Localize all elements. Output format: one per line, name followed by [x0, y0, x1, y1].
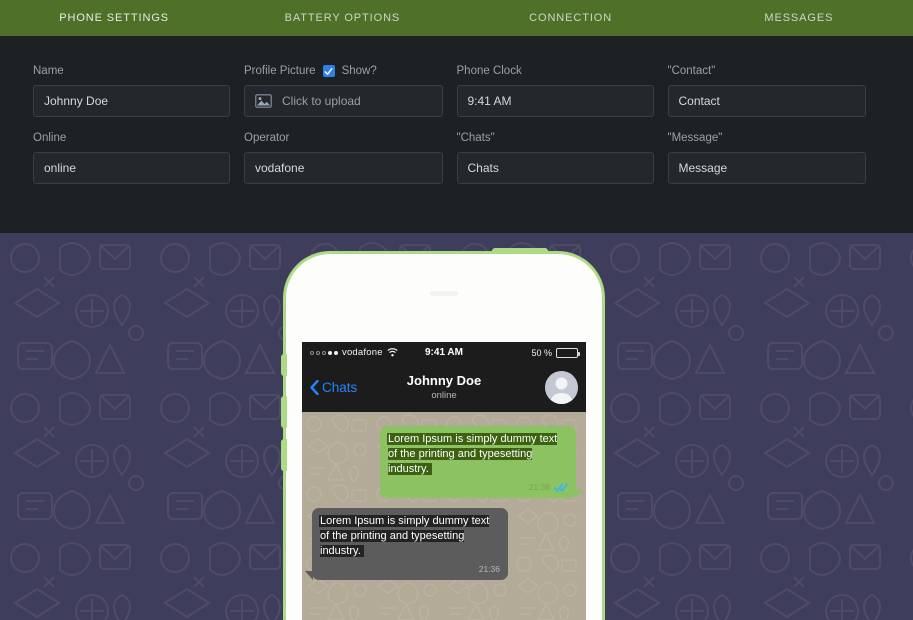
label-message: "Message"	[668, 131, 867, 145]
phone-mockup: vodafone 9:41 AM 50 % Chats Johnny Doe o…	[281, 248, 602, 620]
status-bar-right: 50 %	[531, 347, 580, 358]
label-online: Online	[33, 131, 230, 145]
back-to-chats-button[interactable]: Chats	[310, 380, 357, 395]
label-online-text: Online	[33, 132, 67, 144]
online-input[interactable]: online	[33, 152, 230, 184]
bubble-tail-incoming	[305, 571, 313, 580]
operator-input[interactable]: vodafone	[244, 152, 443, 184]
label-contact: "Contact"	[668, 64, 867, 78]
message-bubble-outgoing[interactable]: Lorem Ipsum is simply dummy text of the …	[380, 426, 583, 498]
checkmark-icon	[324, 67, 333, 75]
double-check-icon	[554, 483, 568, 492]
chat-message-list: Lorem Ipsum is simply dummy text of the …	[302, 412, 586, 620]
label-chats: "Chats"	[457, 131, 654, 145]
settings-form-grid: Name Johnny Doe Profile Picture Show? Cl…	[33, 64, 880, 198]
label-message-text: "Message"	[667, 132, 723, 144]
field-contact: "Contact" Contact	[667, 64, 881, 117]
avatar[interactable]	[545, 371, 578, 404]
message-meta: 21:36	[320, 562, 500, 577]
top-tab-bar: PHONE SETTINGS BATTERY OPTIONS CONNECTIO…	[0, 0, 913, 36]
battery-icon	[556, 347, 580, 358]
carrier-label: vodafone	[342, 347, 383, 358]
upload-label: Click to upload	[282, 94, 361, 108]
settings-form-panel: Name Johnny Doe Profile Picture Show? Cl…	[0, 36, 913, 233]
field-operator: Operator vodafone	[244, 131, 457, 184]
status-bar-left: vodafone	[310, 347, 398, 358]
label-operator: Operator	[244, 131, 443, 145]
show-checkbox-label: Show?	[341, 65, 377, 77]
label-name-text: Name	[33, 65, 64, 77]
preview-stage: vodafone 9:41 AM 50 % Chats Johnny Doe o…	[0, 233, 913, 620]
image-icon	[255, 94, 272, 108]
bubble-tail-outgoing	[575, 489, 583, 498]
label-operator-text: Operator	[244, 132, 290, 144]
label-phone-clock: Phone Clock	[457, 64, 654, 78]
phone-clock-input[interactable]: 9:41 AM	[456, 85, 654, 117]
message-text: Lorem Ipsum is simply dummy text of the …	[388, 433, 558, 475]
message-time: 21:36	[528, 482, 550, 492]
field-online: Online online	[33, 131, 244, 184]
label-profile-picture: Profile Picture Show?	[244, 64, 443, 78]
chats-input[interactable]: Chats	[456, 152, 654, 184]
ios-status-bar: vodafone 9:41 AM 50 %	[302, 342, 586, 363]
label-name: Name	[33, 64, 230, 78]
field-chats: "Chats" Chats	[456, 131, 668, 184]
show-profile-picture-checkbox[interactable]	[322, 65, 335, 77]
label-contact-text: "Contact"	[667, 65, 716, 77]
message-bubble-incoming[interactable]: Lorem Ipsum is simply dummy text of the …	[305, 508, 508, 580]
volume-up-button[interactable]	[281, 396, 287, 428]
message-time: 21:36	[478, 564, 500, 574]
field-phone-clock: Phone Clock 9:41 AM	[456, 64, 668, 117]
chevron-left-icon	[310, 380, 319, 395]
message-meta: 21:36	[388, 480, 568, 495]
profile-picture-upload-button[interactable]: Click to upload	[244, 85, 443, 117]
chat-header: Chats Johnny Doe online	[302, 363, 586, 412]
chat-message-row-incoming: Lorem Ipsum is simply dummy text of the …	[305, 508, 576, 580]
tab-battery-options[interactable]: BATTERY OPTIONS	[228, 0, 456, 36]
chat-message-row-outgoing: Lorem Ipsum is simply dummy text of the …	[312, 426, 583, 498]
battery-percent-label: 50 %	[531, 347, 552, 358]
app-root: PHONE SETTINGS BATTERY OPTIONS CONNECTIO…	[0, 0, 913, 620]
avatar-placeholder-icon	[545, 371, 578, 404]
field-message: "Message" Message	[667, 131, 881, 184]
contact-input[interactable]: Contact	[667, 85, 866, 117]
message-text: Lorem Ipsum is simply dummy text of the …	[320, 515, 490, 557]
tab-messages[interactable]: MESSAGES	[685, 0, 913, 36]
volume-down-button[interactable]	[281, 439, 287, 471]
tab-phone-settings[interactable]: PHONE SETTINGS	[0, 0, 228, 36]
label-profile-picture-text: Profile Picture	[244, 65, 316, 77]
name-input[interactable]: Johnny Doe	[33, 85, 230, 117]
signal-strength-icon	[310, 350, 338, 355]
tab-connection[interactable]: CONNECTION	[457, 0, 685, 36]
earpiece-speaker	[430, 291, 458, 296]
field-profile-picture: Profile Picture Show? Click to upload	[244, 64, 457, 117]
message-input[interactable]: Message	[667, 152, 866, 184]
phone-screen: vodafone 9:41 AM 50 % Chats Johnny Doe o…	[302, 342, 586, 620]
label-chats-text: "Chats"	[456, 132, 495, 144]
silent-switch[interactable]	[281, 354, 287, 376]
wifi-icon	[387, 348, 398, 357]
label-phone-clock-text: Phone Clock	[456, 65, 522, 77]
back-label: Chats	[322, 380, 358, 395]
field-name: Name Johnny Doe	[33, 64, 244, 117]
